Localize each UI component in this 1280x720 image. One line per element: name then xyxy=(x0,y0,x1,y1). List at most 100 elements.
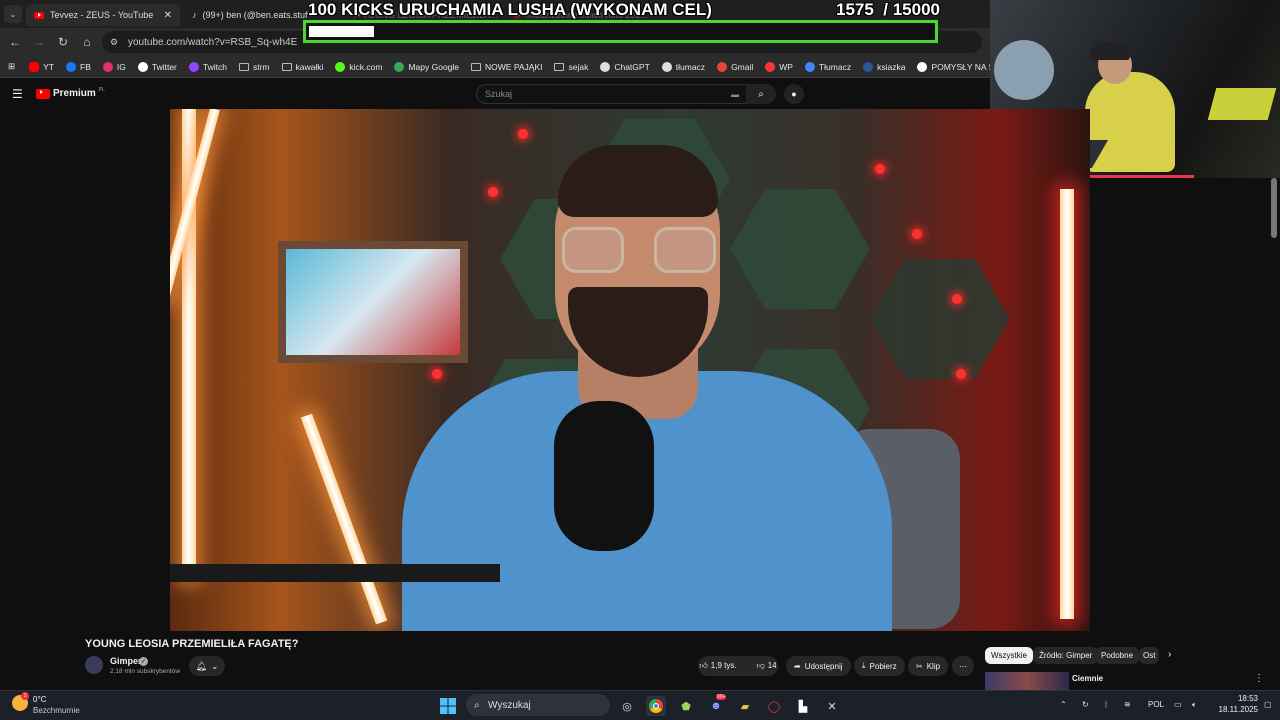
facebook-icon xyxy=(66,61,76,72)
chevron-up-icon[interactable]: ⌃ xyxy=(1060,700,1067,709)
channel-avatar[interactable] xyxy=(85,656,103,674)
windows-start-icon[interactable] xyxy=(438,696,458,716)
bookmark-item[interactable]: Gmail xyxy=(711,61,759,72)
clip-button[interactable]: ✂ Klip xyxy=(908,656,949,676)
url-text: youtube.com/watch?v=RSB_Sq-wh4E xyxy=(128,36,298,48)
like-button[interactable]: 👍︎ 1,9 tys. xyxy=(693,661,742,671)
search-button[interactable]: ⌕ xyxy=(746,84,776,104)
notifications-button[interactable]: 🔔︎ ⌄ xyxy=(189,656,225,676)
youtube-logo-text: Premium xyxy=(53,88,96,99)
notes-app-icon[interactable]: ▙ xyxy=(793,696,813,716)
channel-name[interactable]: Gimper xyxy=(110,656,142,666)
share-button[interactable]: ➦ Udostępnij xyxy=(786,656,851,676)
x-icon xyxy=(137,61,148,72)
language-indicator[interactable]: POL xyxy=(1148,700,1164,709)
voice-search-button[interactable]: ● xyxy=(784,84,804,104)
obs-icon[interactable]: ◎ xyxy=(617,696,637,716)
bookmark-item[interactable]: tłumacz xyxy=(656,61,711,72)
bookmark-label: Mapy Google xyxy=(408,61,460,72)
keyboard-icon[interactable]: ▬ xyxy=(731,90,739,99)
file-explorer-icon[interactable]: ▰ xyxy=(735,696,755,716)
wifi-icon[interactable]: ≋ xyxy=(1124,700,1131,709)
bookmark-item[interactable]: kick.com xyxy=(329,61,388,72)
tab-search-dropdown-icon[interactable]: ⌄ xyxy=(4,5,22,23)
microphone xyxy=(554,401,654,551)
bookmark-item[interactable]: NOWE PAJĄKI xyxy=(465,62,548,72)
forward-arrow-icon[interactable]: → xyxy=(30,33,48,51)
chip-recent[interactable]: Ost xyxy=(1139,647,1159,664)
bookmark-item[interactable]: Twitter xyxy=(132,61,183,72)
bookmark-item[interactable]: Mapy Google xyxy=(388,61,465,72)
bookmark-label: FB xyxy=(80,61,91,72)
taskbar-search[interactable]: ⌕ Wyszukaj xyxy=(466,694,610,716)
youtube-logo[interactable]: Premium PL xyxy=(36,86,105,99)
tools-icon[interactable]: ✕ xyxy=(822,696,842,716)
notion-icon xyxy=(917,61,928,72)
bookmark-label: Gmail xyxy=(731,61,754,72)
search-input[interactable]: Szukaj ▬ xyxy=(476,84,748,104)
webcam-streamer xyxy=(1085,72,1175,172)
notifications-icon[interactable]: ▢ xyxy=(1264,700,1272,709)
chip-all[interactable]: Wszystkie xyxy=(985,647,1033,664)
weather-temp: 0°C xyxy=(33,695,47,704)
more-actions-button[interactable]: ⋯ xyxy=(952,656,974,676)
thumbs-up-icon: 👍︎ xyxy=(699,661,708,670)
webcam-chair xyxy=(1207,88,1277,120)
video-player[interactable] xyxy=(170,109,1090,631)
chip-related[interactable]: Podobne xyxy=(1095,647,1140,664)
chrome-icon[interactable] xyxy=(646,696,666,716)
tab-tiktok-ben[interactable]: ♪ (99+) ben (@ben.eats.stuff) xyxy=(184,4,308,26)
bookmark-item[interactable]: Twitch xyxy=(183,61,233,72)
region-code: PL xyxy=(98,86,105,93)
opera-icon[interactable]: ◯ xyxy=(764,696,784,716)
red-led xyxy=(518,129,528,139)
clock-date[interactable]: 18.11.2025 xyxy=(1206,705,1258,714)
network-icon[interactable]: ▭ xyxy=(1174,700,1182,709)
discord-badge: 99+ xyxy=(716,694,727,700)
subscriber-count: 2,18 mln subskrybentów xyxy=(110,668,181,675)
home-icon[interactable]: ⌂ xyxy=(78,33,96,51)
recommendation-item[interactable]: Ciemnie ⋮ xyxy=(985,672,1268,690)
bookmark-item[interactable]: YT xyxy=(23,61,60,72)
bookmark-item[interactable]: WP xyxy=(759,61,799,72)
chevron-down-icon: ⌄ xyxy=(210,660,219,671)
reload-icon[interactable]: ↻ xyxy=(54,33,72,51)
shield-browser-icon[interactable]: ⬟ xyxy=(676,696,696,716)
sync-icon[interactable]: ↻ xyxy=(1082,700,1089,709)
bookmark-item[interactable]: Tłumacz xyxy=(799,61,857,72)
bookmark-item[interactable]: ChatGPT xyxy=(594,61,655,72)
weather-description: Bezchmurnie xyxy=(33,706,80,715)
hamburger-menu-icon[interactable]: ☰ xyxy=(12,87,23,101)
back-arrow-icon[interactable]: ← xyxy=(6,33,24,51)
close-tab-icon[interactable]: ✕ xyxy=(164,10,172,21)
tab-tevvez-zeus[interactable]: Tevvez - ZEUS - YouTube ✕ xyxy=(26,4,180,26)
video-title: YOUNG LEOSIA PRZEMIELIŁA FAGATĘ? xyxy=(85,638,299,650)
bookmark-item[interactable]: strm xyxy=(233,62,276,72)
clock-time[interactable]: 18:53 xyxy=(1214,694,1258,703)
search-placeholder: Szukaj xyxy=(485,89,513,99)
share-label: Udostępnij xyxy=(804,661,843,671)
red-led xyxy=(488,187,498,197)
bookmark-label: ChatGPT xyxy=(614,61,650,72)
page-scrollbar-thumb[interactable] xyxy=(1271,178,1277,238)
download-button[interactable]: ⤓ Pobierz xyxy=(854,656,905,676)
apps-grid-icon[interactable]: ⊞ xyxy=(6,61,23,72)
chatgpt-icon xyxy=(661,61,672,72)
chevron-right-icon[interactable]: › xyxy=(1168,649,1171,660)
more-vertical-icon[interactable]: ⋮ xyxy=(1254,673,1264,684)
dislike-button[interactable]: 👎︎ 14 xyxy=(751,661,783,671)
glasses-left-lens xyxy=(562,227,624,273)
bluetooth-icon[interactable]: ᛒ xyxy=(1104,700,1109,709)
bookmark-item[interactable]: ksiazka xyxy=(857,61,911,72)
site-info-icon[interactable]: ⚙ xyxy=(110,37,118,48)
volume-icon[interactable]: 🔈︎ xyxy=(1192,700,1197,710)
bookmark-item[interactable]: kawałki xyxy=(276,62,330,72)
bookmark-item[interactable]: sejak xyxy=(548,62,594,72)
bookmark-item[interactable]: IG xyxy=(97,61,132,72)
bookmark-item[interactable]: FB xyxy=(60,61,97,72)
chip-from-gimper[interactable]: Źródło: Gimper xyxy=(1033,647,1099,664)
neon-light-tube xyxy=(300,413,388,625)
bookmark-label: Tłumacz xyxy=(818,61,852,72)
folder-icon xyxy=(281,62,292,71)
scissors-icon: ✂ xyxy=(916,661,923,671)
